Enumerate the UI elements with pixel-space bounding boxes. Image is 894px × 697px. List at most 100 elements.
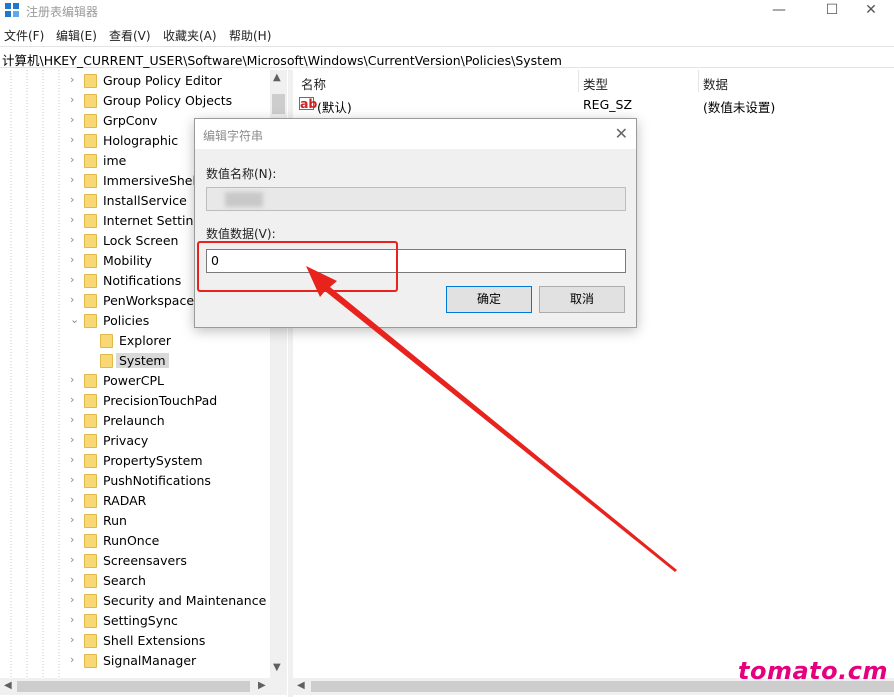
tree-item[interactable]: › Security and Maintenance: [0, 591, 270, 611]
chevron-right-icon[interactable]: ›: [70, 173, 80, 186]
chevron-right-icon[interactable]: ›: [70, 633, 80, 646]
folder-icon: [84, 554, 97, 568]
chevron-right-icon[interactable]: ›: [70, 553, 80, 566]
dialog-close-icon[interactable]: ✕: [615, 124, 628, 143]
chevron-right-icon[interactable]: ›: [70, 453, 80, 466]
tree-item[interactable]: › SignalManager: [0, 651, 270, 671]
folder-icon: [84, 194, 97, 208]
column-header-type[interactable]: 类型: [583, 74, 608, 93]
chevron-right-icon[interactable]: ›: [70, 113, 80, 126]
tree-item[interactable]: › Screensavers: [0, 551, 270, 571]
folder-icon: [84, 134, 97, 148]
folder-icon: [84, 214, 97, 228]
column-header-data[interactable]: 数据: [703, 74, 728, 93]
folder-icon: [84, 254, 97, 268]
chevron-right-icon[interactable]: ›: [70, 213, 80, 226]
tree-item[interactable]: › Group Policy Editor: [0, 71, 270, 91]
tree-scroll-thumb[interactable]: [272, 94, 285, 114]
folder-icon: [84, 94, 97, 108]
tree-horizontal-scrollbar[interactable]: ◀ ▶: [0, 678, 287, 695]
folder-icon: [84, 534, 97, 548]
address-path[interactable]: 计算机\HKEY_CURRENT_USER\Software\Microsoft…: [2, 50, 562, 69]
list-row[interactable]: ab (默认) REG_SZ (数值未设置): [293, 97, 894, 115]
chevron-right-icon[interactable]: ›: [70, 253, 80, 266]
chevron-right-icon[interactable]: ›: [70, 653, 80, 666]
tree-item[interactable]: › PushNotifications: [0, 471, 270, 491]
tree-item[interactable]: › RADAR: [0, 491, 270, 511]
tree-item[interactable]: › Shell Extensions: [0, 631, 270, 651]
tree-item[interactable]: › RunOnce: [0, 531, 270, 551]
menu-edit[interactable]: 编辑(E): [56, 27, 97, 44]
tree-item-label: Security and Maintenance: [103, 593, 267, 608]
tree-item-label: SettingSync: [103, 613, 178, 628]
redacted-value-name: [225, 192, 263, 207]
chevron-down-icon[interactable]: ⌄: [70, 313, 80, 326]
tree-item-label: PushNotifications: [103, 473, 211, 488]
menu-favorites[interactable]: 收藏夹(A): [163, 27, 217, 44]
chevron-right-icon[interactable]: ›: [70, 593, 80, 606]
folder-icon: [84, 614, 97, 628]
chevron-right-icon[interactable]: ›: [70, 513, 80, 526]
tree-item[interactable]: › SettingSync: [0, 611, 270, 631]
column-separator[interactable]: [578, 70, 579, 92]
scroll-down-icon[interactable]: ▼: [273, 662, 281, 673]
folder-icon: [84, 474, 97, 488]
column-separator[interactable]: [698, 70, 699, 92]
tree-item[interactable]: › PrecisionTouchPad: [0, 391, 270, 411]
chevron-right-icon[interactable]: ›: [70, 153, 80, 166]
menu-file[interactable]: 文件(F): [4, 27, 44, 44]
close-button[interactable]: ✕: [848, 0, 894, 22]
chevron-right-icon[interactable]: ›: [70, 493, 80, 506]
chevron-right-icon[interactable]: ›: [70, 613, 80, 626]
tree-hscroll-thumb[interactable]: [17, 681, 250, 692]
folder-icon: [84, 494, 97, 508]
scroll-left-icon[interactable]: ◀: [4, 680, 12, 691]
cancel-button[interactable]: 取消: [539, 286, 625, 313]
tree-item[interactable]: › Search: [0, 571, 270, 591]
tree-item-label: Search: [103, 573, 146, 588]
chevron-right-icon[interactable]: ›: [70, 433, 80, 446]
chevron-right-icon[interactable]: ›: [70, 133, 80, 146]
chevron-right-icon[interactable]: ›: [70, 73, 80, 86]
scroll-up-icon[interactable]: ▲: [273, 72, 281, 83]
tree-item[interactable]: › Prelaunch: [0, 411, 270, 431]
address-bar[interactable]: 计算机\HKEY_CURRENT_USER\Software\Microsoft…: [0, 46, 894, 68]
chevron-right-icon[interactable]: ›: [70, 273, 80, 286]
tree-item-label: Notifications: [103, 273, 182, 288]
folder-icon: [84, 434, 97, 448]
scroll-left-icon[interactable]: ◀: [297, 680, 305, 691]
tree-item[interactable]: › Privacy: [0, 431, 270, 451]
chevron-right-icon[interactable]: ›: [70, 393, 80, 406]
chevron-right-icon[interactable]: ›: [70, 193, 80, 206]
chevron-right-icon[interactable]: ›: [70, 473, 80, 486]
tree-item[interactable]: › Group Policy Objects: [0, 91, 270, 111]
chevron-right-icon[interactable]: ›: [70, 233, 80, 246]
tree-item[interactable]: Explorer: [0, 331, 270, 351]
chevron-right-icon[interactable]: ›: [70, 293, 80, 306]
tree-item-label: System: [116, 353, 169, 368]
tree-item-label: Policies: [103, 313, 150, 328]
tree-item[interactable]: › Run: [0, 511, 270, 531]
tree-item-label: PrecisionTouchPad: [103, 393, 218, 408]
tree-item[interactable]: System: [0, 351, 270, 371]
chevron-right-icon[interactable]: ›: [70, 93, 80, 106]
tree-item[interactable]: › PowerCPL: [0, 371, 270, 391]
column-header-name[interactable]: 名称: [301, 74, 326, 93]
tree-item-label: ImmersiveShell: [103, 173, 200, 188]
tree-item-label: RADAR: [103, 493, 147, 508]
tree-item-label: Internet Settings: [103, 213, 208, 228]
chevron-right-icon[interactable]: ›: [70, 573, 80, 586]
chevron-right-icon[interactable]: ›: [70, 373, 80, 386]
tree-item-label: GrpConv: [103, 113, 158, 128]
tree-item[interactable]: › PropertySystem: [0, 451, 270, 471]
ok-button[interactable]: 确定: [446, 286, 532, 313]
title-bar: 注册表编辑器 — ☐ ✕: [0, 0, 894, 22]
tree-item-label: Explorer: [119, 333, 172, 348]
chevron-right-icon[interactable]: ›: [70, 533, 80, 546]
minimize-button[interactable]: —: [756, 0, 802, 22]
scroll-right-icon[interactable]: ▶: [258, 680, 266, 691]
chevron-right-icon[interactable]: ›: [70, 413, 80, 426]
folder-icon: [84, 454, 97, 468]
menu-help[interactable]: 帮助(H): [229, 27, 271, 44]
menu-view[interactable]: 查看(V): [109, 27, 151, 44]
